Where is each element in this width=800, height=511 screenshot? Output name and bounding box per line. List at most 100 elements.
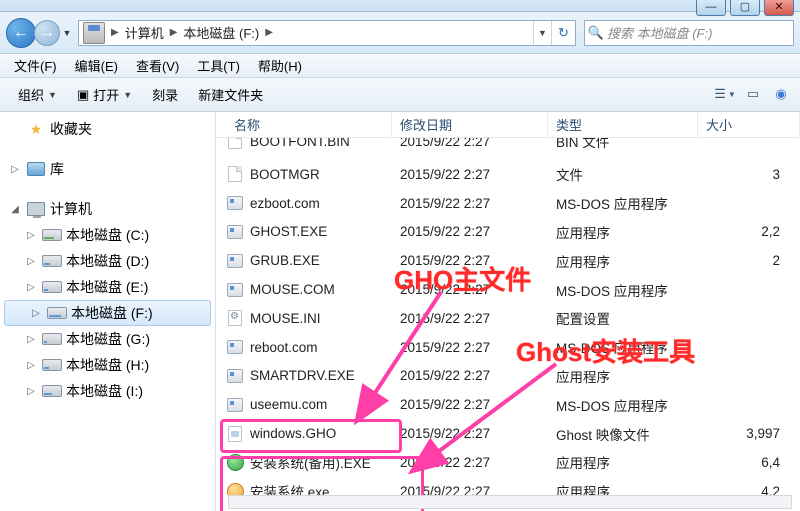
file-name: SMARTDRV.EXE [250,368,355,383]
file-row[interactable]: MOUSE.COM2015/9/22 2:27MS-DOS 应用程序 [216,275,800,304]
file-row[interactable]: reboot.com2015/9/22 2:27MS-DOS 应用程序 [216,333,800,362]
file-type-icon [226,194,244,212]
star-icon: ★ [26,120,46,138]
collapse-icon[interactable]: ◢ [8,204,22,215]
breadcrumb-computer[interactable]: 计算机 [121,23,168,42]
file-row[interactable]: 安装系统(备用).EXE 2015/9/22 2:27应用程序6,4 [216,448,800,477]
breadcrumb-sep-icon[interactable]: ▶ [168,27,180,38]
tree-libraries[interactable]: ▷ 库 [0,156,215,182]
file-date: 2015/9/22 2:27 [392,340,548,355]
address-dropdown[interactable]: ▼ [533,21,551,45]
expand-icon[interactable]: ▷ [24,256,38,267]
file-name: GRUB.EXE [250,253,320,268]
expand-icon[interactable]: ▷ [8,164,22,175]
file-date: 2015/9/22 2:27 [392,455,548,470]
drive-icon [83,22,105,44]
view-options-button[interactable]: ☰▼ [712,82,738,106]
tree-drive[interactable]: ▷本地磁盘 (E:) [0,274,215,300]
close-button[interactable]: ✕ [764,0,794,16]
expand-icon[interactable]: ▷ [24,360,38,371]
breadcrumb-sep-icon[interactable]: ▶ [263,27,275,38]
titlebar: — ▢ ✕ [0,0,800,12]
file-type: 配置设置 [548,308,698,328]
expand-icon[interactable]: ▷ [24,282,38,293]
file-size: 6,4 [698,455,800,470]
search-box[interactable]: 🔍 搜索 本地磁盘 (F:) [584,20,794,46]
file-type: MS-DOS 应用程序 [548,193,698,213]
tree-label: 计算机 [50,199,92,219]
back-button[interactable]: ← [6,18,36,48]
tree-drive[interactable]: ▷本地磁盘 (D:) [0,248,215,274]
file-row[interactable]: BOOTMGR2015/9/22 2:27文件3 [216,160,800,189]
search-placeholder: 搜索 本地磁盘 (F:) [607,23,793,42]
file-date: 2015/9/22 2:27 [392,224,548,239]
navigation-bar: ← → ▼ ▶ 计算机 ▶ 本地磁盘 (F:) ▶ ▼ ↻ 🔍 搜索 本地磁盘 … [0,12,800,54]
expand-icon[interactable]: ▷ [29,308,43,319]
tree-drive[interactable]: ▷本地磁盘 (C:) [0,222,215,248]
file-type-icon [226,367,244,385]
file-size: 2 [698,253,800,268]
horizontal-scrollbar[interactable] [228,495,792,509]
file-name: 安装系统(备用).EXE [250,452,371,472]
breadcrumb-sep-icon[interactable]: ▶ [109,27,121,38]
tree-favorites[interactable]: ★ 收藏夹 [0,116,215,142]
column-type[interactable]: 类型 [548,112,698,137]
file-date: 2015/9/22 2:27 [392,311,548,326]
file-type-icon [226,453,244,471]
tree-label: 本地磁盘 (I:) [66,381,143,401]
file-name: useemu.com [250,397,327,412]
file-name: ezboot.com [250,196,320,211]
drive-icon [42,226,62,244]
tree-computer[interactable]: ◢ 计算机 [0,196,215,222]
file-name: GHOST.EXE [250,224,327,239]
file-date: 2015/9/22 2:27 [392,138,548,149]
navigation-pane[interactable]: ★ 收藏夹 ▷ 库 ◢ 计算机 ▷本地磁盘 (C:)▷本地磁盘 (D:)▷本地磁… [0,112,216,511]
menu-bar: 文件(F) 编辑(E) 查看(V) 工具(T) 帮助(H) [0,54,800,78]
menu-help[interactable]: 帮助(H) [250,54,310,77]
burn-button[interactable]: 刻录 [142,81,188,108]
tree-drive[interactable]: ▷本地磁盘 (F:) [4,300,211,326]
drive-icon [42,278,62,296]
file-row[interactable]: GHOST.EXE2015/9/22 2:27应用程序2,2 [216,218,800,247]
file-type: 应用程序 [548,452,698,472]
refresh-button[interactable]: ↻ [551,21,575,45]
column-size[interactable]: 大小 [698,112,800,137]
menu-file[interactable]: 文件(F) [6,54,65,77]
tree-drive[interactable]: ▷ 本地磁盘 (G:) [0,326,215,352]
file-date: 2015/9/22 2:27 [392,397,548,412]
tree-drive[interactable]: ▷ 本地磁盘 (I:) [0,378,215,404]
file-row[interactable]: useemu.com2015/9/22 2:27MS-DOS 应用程序 [216,390,800,419]
open-button[interactable]: ▣打开▼ [67,81,142,108]
organize-button[interactable]: 组织▼ [8,81,67,108]
file-type-icon [226,281,244,299]
menu-tools[interactable]: 工具(T) [189,54,248,77]
file-row[interactable]: ezboot.com 2015/9/22 2:27MS-DOS 应用程序 [216,189,800,218]
breadcrumb-current[interactable]: 本地磁盘 (F:) [179,23,263,42]
address-bar[interactable]: ▶ 计算机 ▶ 本地磁盘 (F:) ▶ ▼ ↻ [78,20,576,46]
file-row[interactable]: windows.GHO2015/9/22 2:27Ghost 映像文件3,997 [216,419,800,448]
preview-pane-button[interactable]: ▭ [740,82,766,106]
file-row[interactable]: BOOTFONT.BIN2015/9/22 2:27BIN 文件 [216,138,800,160]
file-row[interactable]: MOUSE.INI2015/9/22 2:27配置设置 [216,304,800,333]
file-row[interactable]: GRUB.EXE2015/9/22 2:27应用程序2 [216,246,800,275]
tree-drive[interactable]: ▷本地磁盘 (H:) [0,352,215,378]
expand-icon[interactable]: ▷ [24,334,38,345]
file-date: 2015/9/22 2:27 [392,253,548,268]
column-name[interactable]: 名称 [216,112,392,137]
forward-button[interactable]: → [34,20,60,46]
history-dropdown[interactable]: ▼ [60,18,74,48]
menu-edit[interactable]: 编辑(E) [67,54,126,77]
minimize-button[interactable]: — [696,0,726,16]
tree-label: 本地磁盘 (G:) [66,329,150,349]
menu-view[interactable]: 查看(V) [128,54,187,77]
expand-icon[interactable]: ▷ [24,386,38,397]
command-bar: 组织▼ ▣打开▼ 刻录 新建文件夹 ☰▼ ▭ ◉ [0,78,800,112]
file-date: 2015/9/22 2:27 [392,196,548,211]
new-folder-button[interactable]: 新建文件夹 [188,81,273,108]
file-row[interactable]: SMARTDRV.EXE2015/9/22 2:27应用程序 [216,362,800,391]
help-button[interactable]: ◉ [768,82,794,106]
maximize-button[interactable]: ▢ [730,0,760,16]
expand-icon[interactable]: ▷ [24,230,38,241]
column-date[interactable]: 修改日期 [392,112,548,137]
file-list[interactable]: BOOTFONT.BIN2015/9/22 2:27BIN 文件BOOTMGR2… [216,138,800,506]
